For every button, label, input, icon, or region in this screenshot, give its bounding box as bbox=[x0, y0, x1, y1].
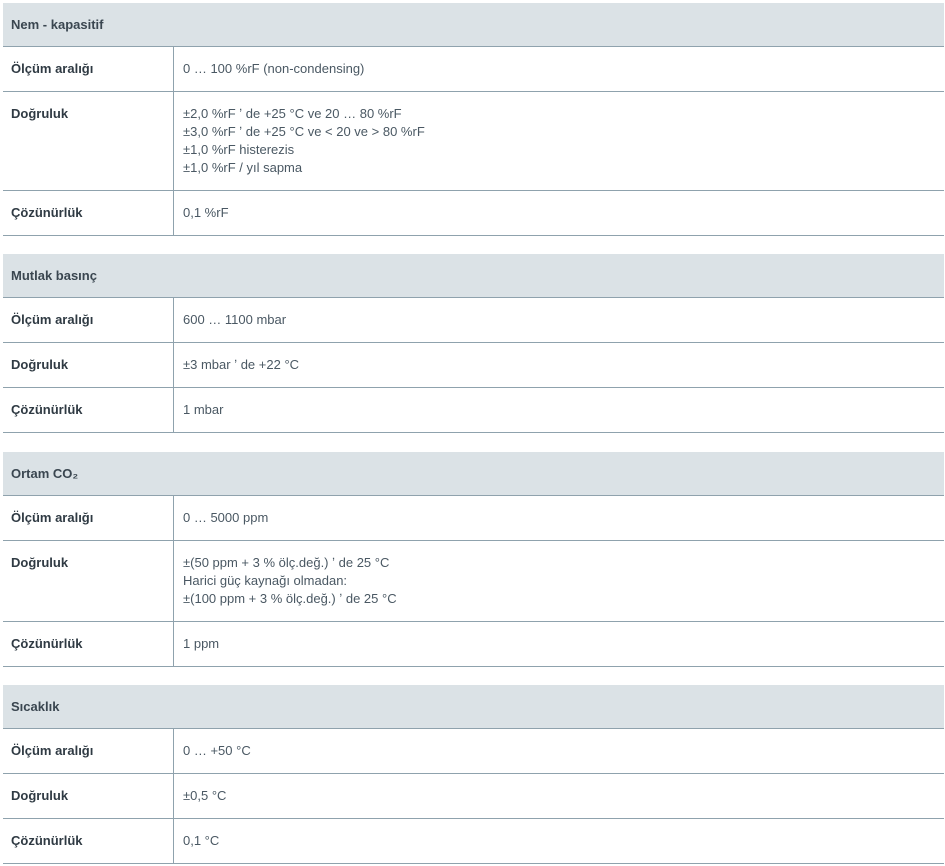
section-header: Mutlak basınç bbox=[3, 254, 944, 298]
spec-section-pressure: Mutlak basınç Ölçüm aralığı 600 … 1100 m… bbox=[3, 254, 944, 433]
row-value: 0,1 %rF bbox=[183, 205, 229, 220]
spec-section-co2: Ortam CO₂ Ölçüm aralığı 0 … 5000 ppm Doğ… bbox=[3, 452, 944, 667]
row-label: Çözünürlük bbox=[3, 191, 174, 235]
row-label: Doğruluk bbox=[3, 541, 174, 621]
table-row: Doğruluk ±(50 ppm + 3 % ölç.değ.) ʼ de 2… bbox=[3, 541, 944, 622]
table-row: Doğruluk ±0,5 °C bbox=[3, 774, 944, 819]
row-label: Ölçüm aralığı bbox=[3, 298, 174, 342]
spec-section-humidity: Nem - kapasitif Ölçüm aralığı 0 … 100 %r… bbox=[3, 3, 944, 236]
section-header: Ortam CO₂ bbox=[3, 452, 944, 496]
row-value: 0,1 °C bbox=[183, 833, 220, 848]
row-label: Doğruluk bbox=[3, 92, 174, 190]
row-value: 0 … 5000 ppm bbox=[183, 510, 269, 525]
table-row: Doğruluk ±2,0 %rF ʼ de +25 °C ve 20 … 80… bbox=[3, 92, 944, 191]
table-row: Çözünürlük 0,1 °C bbox=[3, 819, 944, 864]
table-row: Ölçüm aralığı 600 … 1100 mbar bbox=[3, 298, 944, 343]
row-label: Çözünürlük bbox=[3, 622, 174, 666]
row-value: 600 … 1100 mbar bbox=[183, 312, 287, 327]
row-label: Doğruluk bbox=[3, 343, 174, 387]
table-row: Ölçüm aralığı 0 … 100 %rF (non-condensin… bbox=[3, 47, 944, 92]
table-row: Doğruluk ±3 mbar ʼ de +22 °C bbox=[3, 343, 944, 388]
row-label: Çözünürlük bbox=[3, 819, 174, 863]
row-value: 0 … 100 %rF (non-condensing) bbox=[183, 61, 365, 76]
spec-section-temperature: Sıcaklık Ölçüm aralığı 0 … +50 °C Doğrul… bbox=[3, 685, 944, 864]
section-header: Nem - kapasitif bbox=[3, 3, 944, 47]
row-value: ±0,5 °C bbox=[183, 788, 227, 803]
row-label: Ölçüm aralığı bbox=[3, 496, 174, 540]
row-value: ±(50 ppm + 3 % ölç.değ.) ʼ de 25 °C Hari… bbox=[183, 555, 397, 606]
section-header: Sıcaklık bbox=[3, 685, 944, 729]
table-row: Çözünürlük 1 ppm bbox=[3, 622, 944, 667]
row-label: Ölçüm aralığı bbox=[3, 729, 174, 773]
table-row: Çözünürlük 1 mbar bbox=[3, 388, 944, 433]
row-label: Ölçüm aralığı bbox=[3, 47, 174, 91]
row-value: ±2,0 %rF ʼ de +25 °C ve 20 … 80 %rF ±3,0… bbox=[183, 106, 425, 175]
row-value: 1 ppm bbox=[183, 636, 220, 651]
row-label: Çözünürlük bbox=[3, 388, 174, 432]
row-value: ±3 mbar ʼ de +22 °C bbox=[183, 357, 300, 372]
table-row: Ölçüm aralığı 0 … 5000 ppm bbox=[3, 496, 944, 541]
row-label: Doğruluk bbox=[3, 774, 174, 818]
row-value: 0 … +50 °C bbox=[183, 743, 251, 758]
table-row: Çözünürlük 0,1 %rF bbox=[3, 191, 944, 236]
table-row: Ölçüm aralığı 0 … +50 °C bbox=[3, 729, 944, 774]
row-value: 1 mbar bbox=[183, 402, 224, 417]
